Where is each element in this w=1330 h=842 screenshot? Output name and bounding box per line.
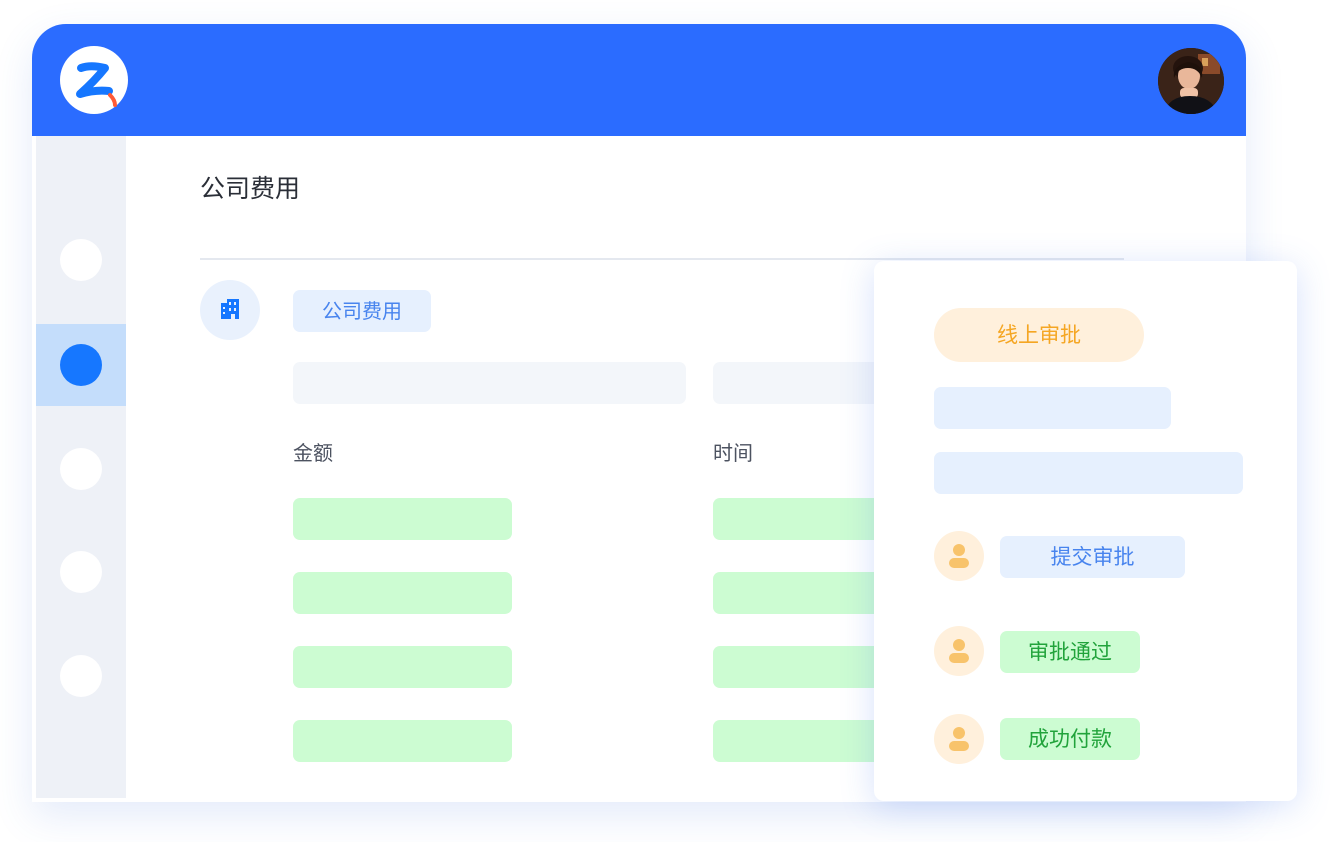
user-icon [934, 714, 984, 764]
nav-dot-icon [60, 239, 102, 281]
step-payment-success[interactable]: 成功付款 [1000, 718, 1140, 760]
user-icon [934, 626, 984, 676]
approval-panel: 线上审批 提交审批 审批通过 成功付款 [874, 261, 1297, 801]
approval-placeholder-bar [934, 387, 1171, 429]
nav-dot-icon [60, 551, 102, 593]
page-title: 公司费用 [200, 174, 301, 203]
divider [200, 258, 1124, 260]
building-icon [200, 280, 260, 340]
placeholder-bar [293, 362, 686, 404]
user-icon [934, 531, 984, 581]
amount-placeholder [293, 720, 512, 762]
sidebar-item-3[interactable] [36, 428, 126, 510]
amount-placeholder [293, 646, 512, 688]
online-approval-badge[interactable]: 线上审批 [934, 308, 1144, 362]
column-label-time: 时间 [713, 441, 753, 465]
app-header [32, 24, 1246, 136]
nav-dot-icon [60, 655, 102, 697]
step-approved[interactable]: 审批通过 [1000, 631, 1140, 673]
nav-dot-icon [60, 344, 102, 386]
nav-dot-icon [60, 448, 102, 490]
step-submit-approval[interactable]: 提交审批 [1000, 536, 1185, 578]
sidebar-item-1[interactable] [36, 219, 126, 301]
sidebar [36, 136, 126, 798]
column-label-amount: 金额 [293, 441, 333, 465]
z-logo-icon[interactable] [60, 46, 128, 114]
approval-placeholder-bar [934, 452, 1243, 494]
amount-placeholder [293, 572, 512, 614]
amount-placeholder [293, 498, 512, 540]
sidebar-item-5[interactable] [36, 635, 126, 717]
category-tag[interactable]: 公司费用 [293, 290, 431, 332]
sidebar-item-4[interactable] [36, 531, 126, 613]
user-avatar[interactable] [1158, 48, 1224, 114]
sidebar-item-2[interactable] [36, 324, 126, 406]
